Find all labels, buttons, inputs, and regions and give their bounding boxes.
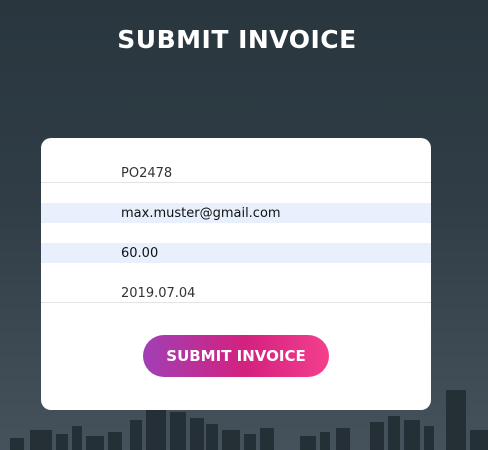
page-title: SUBMIT INVOICE [117, 25, 357, 54]
amount-field [41, 243, 431, 263]
date-input[interactable] [121, 283, 401, 303]
page: SUBMIT INVOICE SUBMIT INVOICE [0, 0, 488, 450]
date-field [41, 283, 431, 303]
amount-input[interactable] [121, 243, 401, 263]
invoice-number-input[interactable] [121, 163, 401, 183]
email-input[interactable] [121, 203, 401, 223]
invoice-form-card: SUBMIT INVOICE [41, 138, 431, 410]
email-field [41, 203, 431, 223]
invoice-number-field [41, 163, 431, 183]
submit-invoice-button[interactable]: SUBMIT INVOICE [143, 335, 329, 377]
